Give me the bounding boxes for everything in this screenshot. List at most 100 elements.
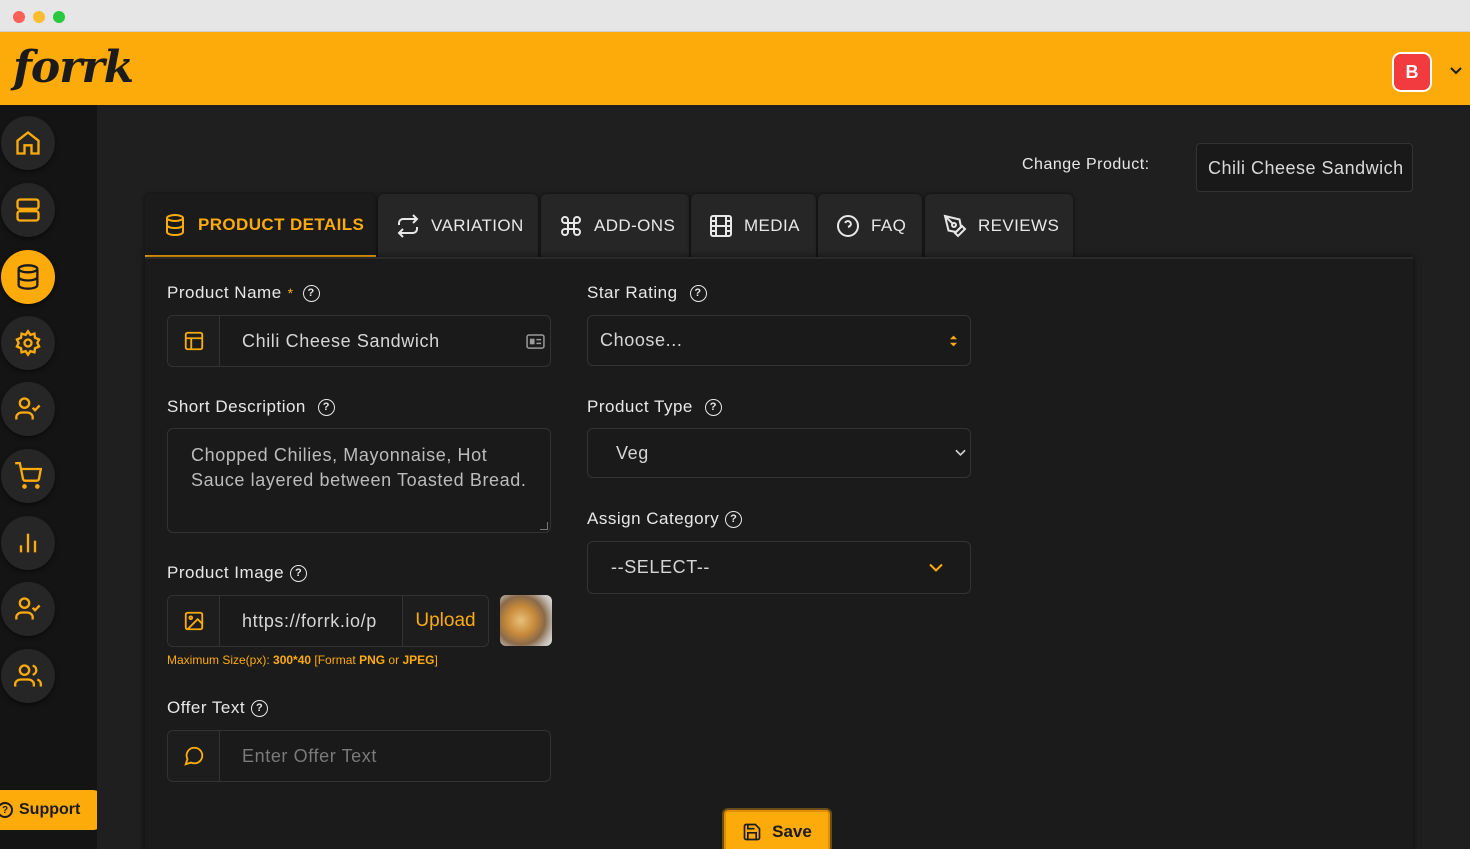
product-image-url-input[interactable]: https://forrk.io/p xyxy=(220,611,402,632)
user-check-icon xyxy=(15,397,41,420)
message-icon-addon xyxy=(168,731,220,781)
hint-mid: [Format xyxy=(311,653,360,667)
question-circle-icon xyxy=(837,214,859,237)
help-circle-icon: ? xyxy=(0,802,13,818)
short-description-text: Chopped Chilies, Mayonnaise, Hot Sauce l… xyxy=(191,445,527,490)
tab-label: VARIATION xyxy=(431,215,524,235)
user-check-icon xyxy=(15,597,41,620)
upload-button[interactable]: Upload xyxy=(402,596,488,646)
support-button[interactable]: ? Support xyxy=(0,790,103,830)
sort-arrows-icon xyxy=(949,335,958,346)
help-icon[interactable]: ? xyxy=(725,510,743,528)
product-image-thumbnail[interactable] xyxy=(500,595,552,646)
product-name-field[interactable]: Chili Cheese Sandwich xyxy=(167,315,551,367)
offer-text-label: Offer Text ? xyxy=(167,698,269,718)
required-mark: * xyxy=(287,285,294,301)
tab-variation[interactable]: VARIATION xyxy=(378,194,538,257)
short-description-label: Short Description ? xyxy=(167,397,335,417)
assign-category-label-text: Assign Category xyxy=(587,509,720,528)
app-window: forrk B ? Support Change Product: Chili … xyxy=(0,0,1470,849)
short-description-textarea[interactable]: Chopped Chilies, Mayonnaise, Hot Sauce l… xyxy=(167,428,551,533)
chevron-down-icon xyxy=(955,449,966,457)
tab-label: REVIEWS xyxy=(978,215,1060,235)
save-button[interactable]: Save xyxy=(724,810,830,849)
maximize-window-button[interactable] xyxy=(53,11,65,23)
sidebar-item-servers[interactable] xyxy=(1,183,55,237)
assign-category-label: Assign Category ? xyxy=(587,509,743,529)
database-icon xyxy=(17,264,39,290)
product-type-label-text: Product Type xyxy=(587,397,693,416)
chevron-down-icon xyxy=(929,563,943,572)
tab-label: ADD-ONS xyxy=(594,215,676,235)
close-window-button[interactable] xyxy=(13,11,25,23)
sidebar-item-users[interactable] xyxy=(1,649,55,703)
help-icon[interactable]: ? xyxy=(317,398,335,416)
product-image-label: Product Image ? xyxy=(167,563,308,583)
hint-jpeg: JPEG xyxy=(402,653,435,667)
assign-category-select[interactable]: --SELECT-- xyxy=(587,541,971,594)
support-label: Support xyxy=(19,801,81,818)
app-logo[interactable]: forrk xyxy=(13,42,134,93)
tab-media[interactable]: MEDIA xyxy=(691,194,816,257)
sidebar-item-products[interactable] xyxy=(1,250,55,304)
offer-text-field[interactable]: Enter Offer Text xyxy=(167,730,551,782)
id-card-icon[interactable] xyxy=(526,333,545,349)
image-icon-addon xyxy=(168,596,220,646)
users-icon xyxy=(14,664,42,687)
sidebar-item-settings[interactable] xyxy=(1,316,55,370)
star-rating-select[interactable]: Choose... xyxy=(587,315,971,366)
sidebar-item-reports[interactable] xyxy=(1,516,55,570)
image-icon xyxy=(184,611,203,631)
tab-add-ons[interactable]: ADD-ONS xyxy=(541,194,689,257)
server-icon xyxy=(16,198,40,222)
tab-label: PRODUCT DETAILS xyxy=(198,214,365,234)
change-product-label: Change Product: xyxy=(1022,156,1150,173)
repeat-icon xyxy=(397,213,419,238)
star-rating-label: Star Rating ? xyxy=(587,283,707,303)
hint-end: ] xyxy=(434,653,438,667)
hint-size: 300*40 xyxy=(273,653,312,667)
message-circle-icon xyxy=(183,746,203,766)
chevron-down-icon[interactable] xyxy=(1448,62,1464,78)
resize-handle[interactable] xyxy=(540,522,548,530)
help-icon[interactable]: ? xyxy=(689,284,707,302)
minimize-window-button[interactable] xyxy=(33,11,45,23)
tab-reviews[interactable]: REVIEWS xyxy=(925,194,1073,257)
offer-text-label-text: Offer Text xyxy=(167,698,246,717)
film-icon xyxy=(710,214,732,237)
database-icon xyxy=(166,213,184,236)
sidebar-item-staff[interactable] xyxy=(1,582,55,636)
product-name-label: Product Name * ? xyxy=(167,283,320,303)
save-icon xyxy=(743,823,761,841)
home-icon xyxy=(16,131,40,155)
hint-prefix: Maximum Size(px): xyxy=(167,653,274,667)
sidebar-item-orders[interactable] xyxy=(1,449,55,503)
offer-text-input[interactable]: Enter Offer Text xyxy=(220,746,550,767)
user-avatar[interactable]: B xyxy=(1392,52,1432,92)
help-icon[interactable]: ? xyxy=(251,699,269,717)
help-icon[interactable]: ? xyxy=(290,564,308,582)
help-icon[interactable]: ? xyxy=(302,284,320,302)
product-type-select[interactable]: Veg xyxy=(587,428,971,478)
star-rating-label-text: Star Rating xyxy=(587,283,678,302)
short-description-label-text: Short Description xyxy=(167,397,306,416)
pen-tool-icon xyxy=(943,214,967,237)
product-type-label: Product Type ? xyxy=(587,397,722,417)
hint-png: PNG xyxy=(359,653,386,667)
change-product-select[interactable]: Chili Cheese Sandwich xyxy=(1196,143,1413,192)
cart-icon xyxy=(15,462,42,489)
save-label: Save xyxy=(772,822,812,841)
top-header: forrk B xyxy=(0,32,1470,105)
help-icon[interactable]: ? xyxy=(704,398,722,416)
product-name-input[interactable]: Chili Cheese Sandwich xyxy=(220,331,526,352)
sidebar-item-home[interactable] xyxy=(1,116,55,170)
window-titlebar xyxy=(0,0,1470,32)
image-size-hint: Maximum Size(px): 300*40 [Format PNG or … xyxy=(167,653,438,667)
tab-product-details[interactable]: PRODUCT DETAILS xyxy=(145,194,376,257)
tab-faq[interactable]: FAQ xyxy=(818,194,922,257)
sidebar-item-customers[interactable] xyxy=(1,382,55,436)
layout-icon-addon xyxy=(168,316,220,366)
product-image-field[interactable]: https://forrk.io/p Upload xyxy=(167,595,489,647)
tab-label: FAQ xyxy=(871,215,907,235)
assign-category-value: --SELECT-- xyxy=(611,557,711,577)
